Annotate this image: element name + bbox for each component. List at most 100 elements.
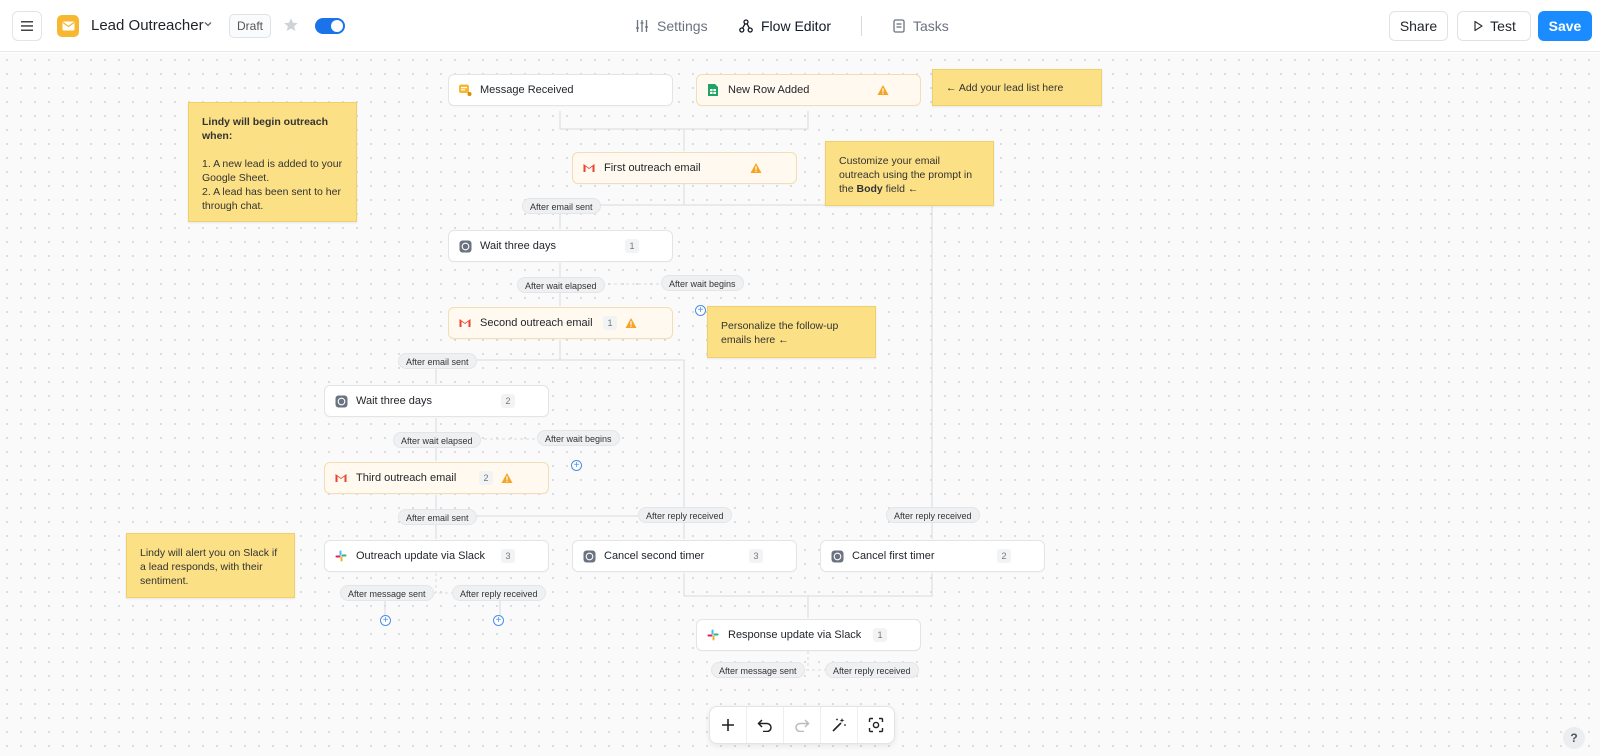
save-button-label: Save [1548, 18, 1582, 34]
edge-label[interactable]: After reply received [886, 507, 980, 523]
active-toggle[interactable] [315, 18, 345, 34]
chevron-down-icon[interactable] [203, 19, 213, 29]
add-step-button[interactable]: + [493, 615, 504, 626]
step-count: 2 [501, 394, 515, 408]
google-sheets-icon [706, 83, 720, 97]
add-step-button[interactable]: + [571, 460, 582, 471]
timer-icon [582, 549, 596, 563]
timer-icon [334, 394, 348, 408]
help-button[interactable]: ? [1563, 727, 1585, 749]
note-text: ← Add your lead list here [946, 82, 1064, 94]
tab-settings-label: Settings [657, 18, 708, 34]
top-bar: Lead Outreacher Draft Settings Flow Edit… [0, 0, 1600, 52]
node-cancel-second-timer[interactable]: Cancel second timer 3 [572, 540, 797, 572]
warning-icon [877, 85, 889, 95]
node-wait-three-days-2[interactable]: Wait three days 2 [324, 385, 549, 417]
edge-label[interactable]: After message sent [711, 662, 805, 678]
edge-label[interactable]: After wait elapsed [517, 277, 605, 293]
node-outreach-update-slack[interactable]: Outreach update via Slack 3 [324, 540, 549, 572]
node-label: Response update via Slack [728, 629, 862, 641]
undo-icon [757, 719, 772, 732]
warning-icon [501, 473, 513, 483]
tab-settings[interactable]: Settings [635, 16, 708, 36]
step-count: 1 [873, 628, 887, 642]
edge-label[interactable]: After wait elapsed [393, 432, 481, 448]
edge-label[interactable]: After reply received [452, 585, 546, 601]
add-node-button[interactable] [710, 707, 747, 743]
redo-button[interactable] [784, 707, 821, 743]
menu-button[interactable] [12, 11, 42, 41]
node-wait-three-days-1[interactable]: Wait three days 1 [448, 230, 673, 262]
nav-divider [861, 16, 862, 36]
note-text: Lindy will alert you on Slack if a lead … [140, 547, 278, 587]
edge-label[interactable]: After reply received [638, 507, 732, 523]
node-second-outreach-email[interactable]: Second outreach email 1 [448, 307, 673, 339]
gmail-icon [458, 316, 472, 330]
sticky-note-slack-alert[interactable]: Lindy will alert you on Slack if a lead … [126, 533, 295, 598]
step-count: 2 [479, 471, 493, 485]
app-title[interactable]: Lead Outreacher [91, 17, 204, 34]
status-badge: Draft [229, 14, 272, 38]
edge-label[interactable]: After reply received [825, 662, 919, 678]
node-label: Outreach update via Slack [356, 550, 486, 562]
magic-wand-icon [832, 718, 846, 732]
canvas-toolbar [709, 706, 895, 744]
node-third-outreach-email[interactable]: Third outreach email 2 [324, 462, 549, 494]
sticky-note-personalize[interactable]: Personalize the follow-up emails here ← [707, 306, 876, 358]
tab-tasks[interactable]: Tasks [893, 16, 949, 36]
chat-trigger-icon [458, 83, 472, 97]
node-new-row-added[interactable]: New Row Added [696, 74, 921, 106]
app-envelope-icon [57, 15, 79, 37]
undo-button[interactable] [747, 707, 784, 743]
edge-label[interactable]: After email sent [398, 353, 477, 369]
save-button[interactable]: Save [1538, 11, 1592, 41]
sticky-note-outreach-triggers[interactable]: Lindy will begin outreach when: 1. A new… [188, 102, 357, 222]
step-count: 1 [625, 239, 639, 253]
note-text: 1. A new lead is added to your Google Sh… [202, 158, 343, 184]
tab-flow-editor[interactable]: Flow Editor [739, 16, 831, 36]
tab-tasks-label: Tasks [913, 18, 949, 34]
warning-icon [750, 163, 762, 173]
note-text: field ← [882, 183, 919, 195]
sliders-icon [636, 20, 648, 32]
slack-icon [334, 549, 348, 563]
step-count: 2 [997, 549, 1011, 563]
add-step-button[interactable]: + [380, 615, 391, 626]
note-bold-text: Body [856, 183, 883, 195]
auto-layout-button[interactable] [821, 707, 858, 743]
hamburger-icon [21, 21, 33, 31]
node-label: Second outreach email [480, 317, 593, 329]
node-message-received[interactable]: Message Received [448, 74, 673, 106]
sticky-note-customize-email[interactable]: Customize your email outreach using the … [825, 141, 994, 206]
flow-canvas[interactable]: Message Received New Row Added First out… [0, 53, 1600, 756]
share-button[interactable]: Share [1389, 11, 1448, 41]
flow-icon [739, 19, 753, 33]
node-response-update-slack[interactable]: Response update via Slack 1 [696, 619, 921, 651]
test-button[interactable]: Test [1457, 11, 1531, 41]
add-step-button[interactable]: + [695, 305, 706, 316]
edge-label[interactable]: After email sent [398, 509, 477, 525]
node-label: Third outreach email [356, 472, 457, 484]
note-title: Lindy will begin outreach when: [202, 116, 329, 142]
timer-icon [458, 239, 472, 253]
node-label: Wait three days [480, 240, 557, 252]
step-count: 1 [603, 316, 617, 330]
step-count: 3 [501, 549, 515, 563]
node-label: Wait three days [356, 395, 433, 407]
fit-view-button[interactable] [858, 707, 894, 743]
test-button-label: Test [1490, 18, 1516, 34]
step-count: 3 [749, 549, 763, 563]
node-label: Cancel first timer [852, 550, 935, 562]
edge-label[interactable]: After message sent [340, 585, 434, 601]
edge-label[interactable]: After wait begins [661, 275, 744, 291]
warning-icon [625, 318, 637, 328]
star-icon[interactable] [283, 17, 299, 33]
node-label: Message Received [480, 84, 574, 96]
note-text: 2. A lead has been sent to her through c… [202, 186, 341, 212]
edge-label[interactable]: After wait begins [537, 430, 620, 446]
sticky-note-lead-list[interactable]: ← Add your lead list here [932, 69, 1102, 106]
focus-icon [868, 717, 884, 733]
node-cancel-first-timer[interactable]: Cancel first timer 2 [820, 540, 1045, 572]
node-first-outreach-email[interactable]: First outreach email [572, 152, 797, 184]
edge-label[interactable]: After email sent [522, 198, 601, 214]
